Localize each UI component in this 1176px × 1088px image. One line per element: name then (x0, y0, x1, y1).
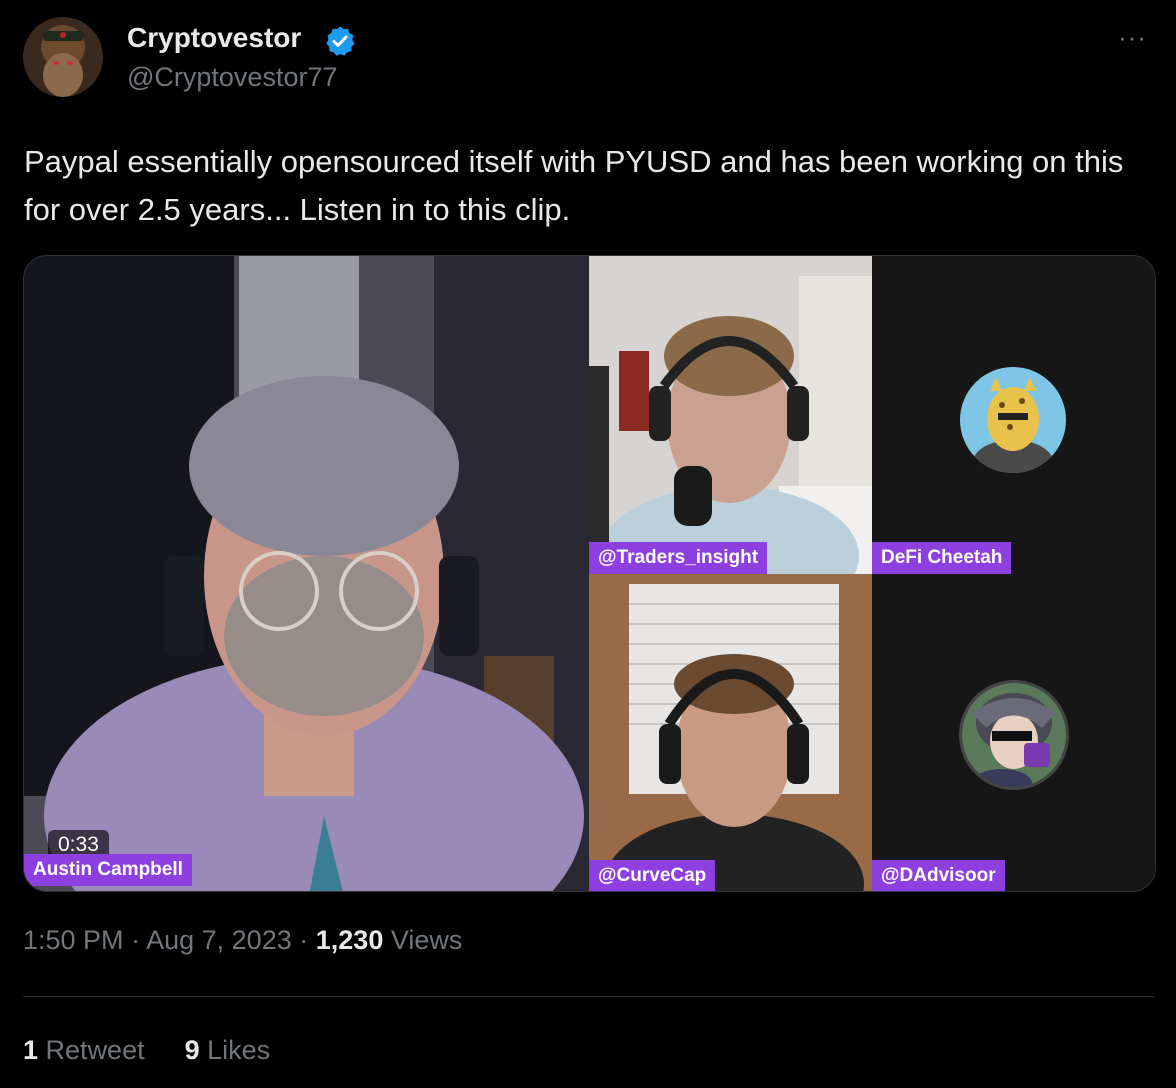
video-panel-curvecap (589, 574, 872, 891)
participant-label-curvecap: @CurveCap (589, 860, 716, 891)
verified-badge-icon (324, 25, 356, 57)
engagement-stats: 1 Retweet 9 Likes (23, 1035, 270, 1066)
tweet-meta: 1:50 PM · Aug 7, 2023 · 1,230 Views (23, 925, 462, 956)
participant-label-traders-insight: @Traders_insight (589, 542, 768, 574)
defi-cheetah-avatar (960, 367, 1066, 473)
participant-label-dadvisoor: @DAdvisoor (872, 860, 1005, 891)
author-avatar[interactable] (23, 17, 103, 97)
likes-count: 9 (184, 1035, 200, 1065)
likes-stat[interactable]: 9 Likes (185, 1035, 271, 1065)
divider (23, 996, 1154, 997)
retweets-label: Retweet (45, 1035, 145, 1065)
views-label: Views (390, 925, 463, 955)
retweets-stat[interactable]: 1 Retweet (23, 1035, 145, 1065)
video-panel-austin-campbell (24, 256, 589, 891)
likes-label: Likes (207, 1035, 271, 1065)
participant-label-austin-campbell: Austin Campbell (24, 854, 192, 886)
video-player[interactable]: 0:33 Austin Campbell @Traders_insight De… (23, 255, 1156, 892)
tweet-date[interactable]: Aug 7, 2023 (146, 925, 292, 955)
video-panel-traders-insight (589, 256, 872, 574)
views-count: 1,230 (315, 925, 384, 955)
participant-label-defi-cheetah: DeFi Cheetah (872, 542, 1012, 574)
more-options-icon[interactable]: ··· (1118, 22, 1147, 53)
author-handle[interactable]: @Cryptovestor77 (127, 62, 338, 93)
meta-separator: · (299, 925, 309, 955)
meta-separator: · (131, 925, 141, 955)
retweets-count: 1 (23, 1035, 39, 1065)
tweet-text: Paypal essentially opensourced itself wi… (24, 144, 1124, 227)
dadvisoor-avatar (959, 680, 1069, 790)
author-display-name[interactable]: Cryptovestor (127, 22, 301, 54)
tweet-time[interactable]: 1:50 PM (23, 925, 124, 955)
